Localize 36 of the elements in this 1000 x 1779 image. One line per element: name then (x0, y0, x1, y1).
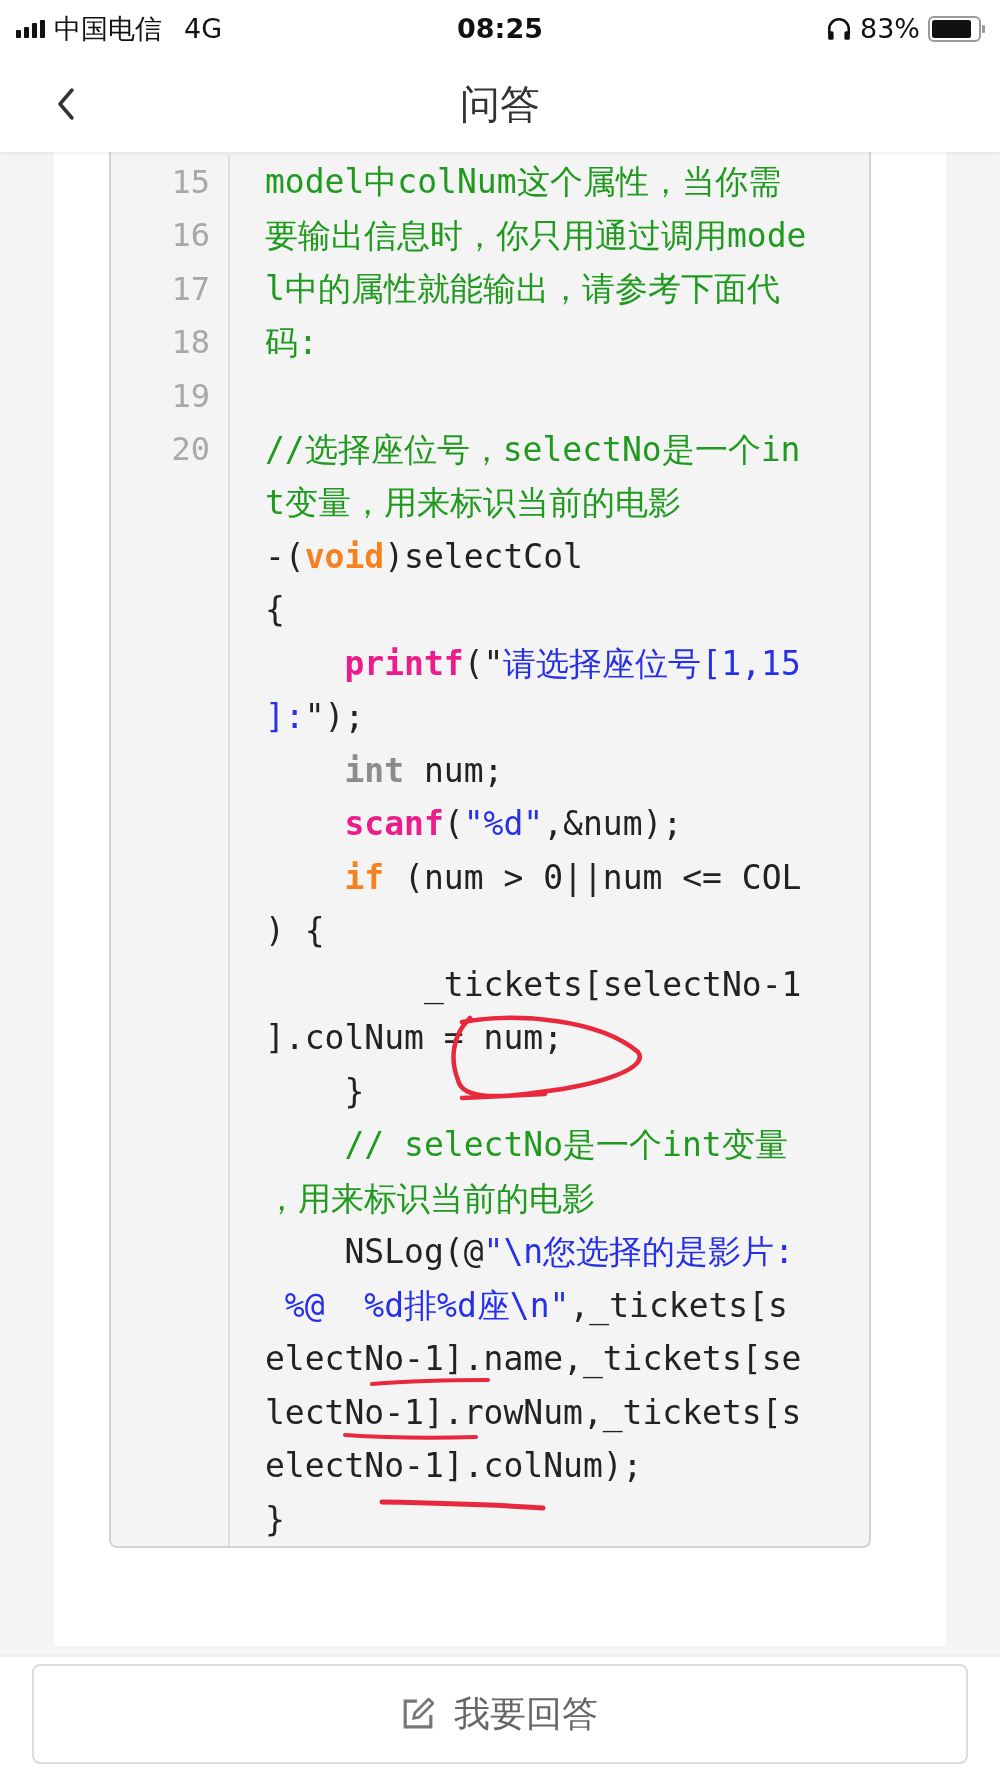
signal-icon (16, 19, 46, 38)
line-number: 20 (171, 430, 210, 469)
code-line: int num; (343, 753, 504, 787)
line-number: 18 (171, 323, 210, 362)
page-title: 问答 (460, 80, 540, 129)
code-line: electNo-1].colNum); (265, 1449, 643, 1483)
carrier-name: 中国电信 (54, 11, 162, 46)
battery-icon (928, 15, 986, 42)
back-icon[interactable] (56, 87, 76, 121)
code-line: scanf("%d",&num); (343, 807, 683, 841)
line-number: 17 (171, 269, 210, 308)
code-line: l中的属性就能输出，请参考下面代 (265, 272, 780, 306)
code-line: } (343, 1074, 365, 1108)
code-line: NSLog(@"\n您选择的是影片: (343, 1235, 795, 1269)
battery-percent: 83% (860, 13, 920, 44)
line-number: 15 (171, 162, 210, 201)
code-line: t变量，用来标识当前的电影 (265, 486, 681, 520)
code-line: { (265, 593, 285, 627)
network-type: 4G (184, 13, 223, 44)
code-line: // selectNo是一个int变量 (343, 1128, 788, 1162)
code-line: 码: (265, 325, 318, 359)
line-number: 16 (171, 216, 210, 255)
code-line: ]:"); (265, 700, 365, 734)
code-line: -(void)selectCol (265, 539, 583, 573)
code-line: 要输出信息时，你只用通过调用mode (265, 218, 807, 252)
line-number: 19 (171, 376, 210, 415)
code-line: ，用来标识当前的电影 (265, 1181, 595, 1215)
headphones-icon (826, 15, 852, 42)
clock-time: 08:25 (457, 13, 543, 44)
code-line: } (265, 1502, 285, 1536)
code-line: //选择座位号，selectNo是一个in (265, 432, 801, 466)
edit-icon (402, 1698, 434, 1730)
code-line: printf("请选择座位号[1,15 (343, 646, 801, 680)
code-line: ) { (265, 914, 325, 948)
answer-button[interactable]: 我要回答 (32, 1664, 968, 1764)
code-line: model中colNum这个属性，当你需 (265, 165, 781, 199)
